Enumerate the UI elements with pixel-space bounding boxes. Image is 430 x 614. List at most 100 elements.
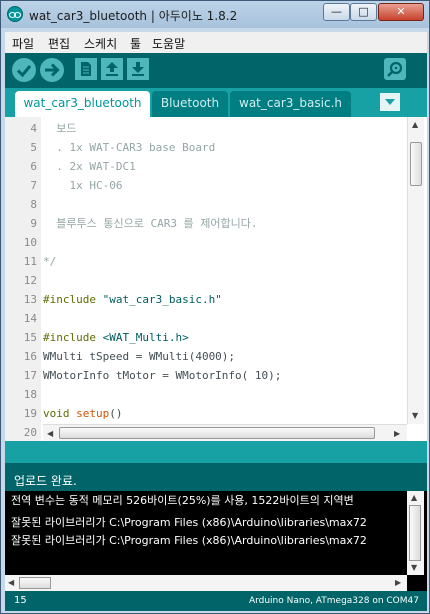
console-line: 전역 변수는 동적 메모리 526바이트(25%)를 사용, 1522바이트의 …: [11, 494, 354, 507]
code-line: 17 WMotorInfo tMotor = WMotorInfo( 10);: [5, 366, 405, 385]
line-number: 10: [23, 236, 37, 249]
code-line: 14: [5, 309, 405, 328]
code-line: 10: [5, 233, 405, 252]
tab-wat-car3-basic-h[interactable]: wat_car3_basic.h: [230, 91, 351, 117]
console-horizontal-scroll-thumb[interactable]: [19, 577, 51, 589]
console-vertical-scroll-thumb[interactable]: [409, 505, 421, 561]
console-vertical-scrollbar[interactable]: ▲ ▼: [407, 491, 424, 575]
arduino-logo-icon: [7, 6, 23, 22]
line-number: 6: [30, 160, 37, 173]
line-number: 13: [23, 293, 37, 306]
editor-horizontal-scroll-thumb[interactable]: [59, 427, 375, 439]
console-line: 잘못된 라이브러리가 C:\Program Files (x86)\Arduin…: [11, 534, 367, 547]
console-horizontal-scrollbar[interactable]: ◀ ▶: [5, 575, 407, 591]
code-line: 5 . 1x WAT-CAR3 base Board: [5, 138, 405, 157]
code-text: void setup(): [43, 404, 123, 423]
line-number: 18: [23, 388, 37, 401]
menu-bar: 파일 편집 스케치 툴 도움말: [5, 32, 427, 53]
toolbar: [5, 53, 427, 88]
code-text: */: [43, 255, 57, 268]
status-message: 업로드 완료.: [14, 474, 77, 488]
line-number: 15: [23, 331, 37, 344]
scroll-up-arrow-icon[interactable]: ▲: [412, 120, 418, 130]
scroll-up-arrow-icon[interactable]: ▲: [411, 493, 417, 503]
line-number: 7: [30, 179, 37, 192]
line-number: 19: [23, 407, 37, 420]
editor-vertical-scroll-thumb[interactable]: [410, 142, 422, 186]
current-line-number: 15: [14, 595, 27, 606]
tab-strip: wat_car3_bluetooth Bluetooth wat_car3_ba…: [5, 88, 427, 117]
code-text: . 2x WAT-DC1: [43, 160, 136, 173]
console-line: 잘못된 라이브러리가 C:\Program Files (x86)\Arduin…: [11, 516, 367, 529]
save-icon[interactable]: [127, 58, 149, 80]
code-text: . 1x WAT-CAR3 base Board: [43, 141, 216, 154]
console-divider[interactable]: [5, 441, 427, 463]
code-punctuation: (): [109, 407, 123, 420]
code-text: 블루투스 통신으로 CAR3 를 제어합니다.: [43, 217, 258, 230]
code-line: 8: [5, 195, 405, 214]
code-line: 12: [5, 271, 405, 290]
window-title: wat_car3_bluetooth | 아두이노 1.8.2: [29, 9, 238, 23]
line-number: 11: [23, 255, 37, 268]
ide-window: wat_car3_bluetooth | 아두이노 1.8.2 — □ ✕ 파일…: [0, 0, 430, 614]
tab-wat-car3-bluetooth[interactable]: wat_car3_bluetooth: [15, 91, 150, 117]
title-bar[interactable]: wat_car3_bluetooth | 아두이노 1.8.2 — □ ✕: [1, 1, 429, 28]
minimize-button[interactable]: —: [323, 3, 350, 21]
line-number: 20: [23, 426, 37, 439]
code-text: #include "wat_car3_basic.h": [43, 290, 222, 309]
code-text: WMotorInfo tMotor = WMotorInfo( 10);: [43, 369, 282, 382]
code-line: 4 보드: [5, 119, 405, 138]
code-line: 9 블루투스 통신으로 CAR3 를 제어합니다.: [5, 214, 405, 233]
editor-horizontal-scrollbar[interactable]: ◀ ▶: [43, 424, 407, 441]
scroll-down-arrow-icon[interactable]: ▼: [412, 411, 418, 421]
scroll-right-arrow-icon[interactable]: ▶: [395, 578, 401, 588]
keyword: #include: [43, 293, 103, 306]
menu-sketch[interactable]: 스케치: [84, 35, 117, 52]
code-line: 7 1x HC-06: [5, 176, 405, 195]
maximize-button[interactable]: □: [350, 3, 377, 21]
scroll-left-arrow-icon[interactable]: ◀: [47, 429, 53, 439]
line-number: 4: [30, 122, 37, 135]
keyword: #include: [43, 331, 103, 344]
scroll-right-arrow-icon[interactable]: ▶: [394, 429, 400, 439]
menu-edit[interactable]: 편집: [48, 35, 70, 52]
line-number: 12: [23, 274, 37, 287]
verify-icon[interactable]: [12, 58, 36, 82]
output-console[interactable]: 전역 변수는 동적 메모리 526바이트(25%)를 사용, 1522바이트의 …: [5, 491, 427, 591]
close-button[interactable]: ✕: [378, 3, 424, 21]
line-number: 8: [30, 198, 37, 211]
menu-tools[interactable]: 툴: [130, 35, 141, 52]
upload-icon[interactable]: [40, 58, 64, 82]
code-editor[interactable]: 4 보드 5 . 1x WAT-CAR3 base Board 6 . 2x WAT…: [5, 117, 427, 441]
menu-file[interactable]: 파일: [12, 35, 34, 52]
string-literal: <WAT_Multi.h>: [102, 331, 189, 344]
code-text: 보드: [43, 122, 77, 135]
line-number: 14: [23, 312, 37, 325]
code-line: 15 #include <WAT_Multi.h>: [5, 328, 405, 347]
string-literal: "wat_car3_basic.h": [102, 293, 222, 306]
code-line: 18: [5, 385, 405, 404]
serial-monitor-icon[interactable]: [384, 58, 406, 80]
code-line: 6 . 2x WAT-DC1: [5, 157, 405, 176]
scroll-down-arrow-icon[interactable]: ▼: [411, 563, 417, 573]
code-text: WMulti tSpeed = WMulti(4000);: [43, 350, 236, 363]
scroll-left-arrow-icon[interactable]: ◀: [8, 578, 14, 588]
board-info: Arduino Nano, ATmega328 on COM47: [248, 596, 419, 606]
open-icon[interactable]: [101, 58, 123, 80]
code-line: 13 #include "wat_car3_basic.h": [5, 290, 405, 309]
tab-menu-dropdown-icon[interactable]: [380, 93, 400, 111]
editor-vertical-scrollbar[interactable]: ▲ ▼: [407, 117, 424, 424]
code-line: 19 void setup(): [5, 404, 405, 423]
keyword: void: [43, 407, 77, 420]
code-line: 16 WMulti tSpeed = WMulti(4000);: [5, 347, 405, 366]
footer-bar: 15 Arduino Nano, ATmega328 on COM47: [5, 591, 427, 611]
function-name: setup: [76, 407, 110, 420]
line-number: 9: [30, 217, 37, 230]
new-icon[interactable]: [75, 58, 97, 80]
tab-bluetooth[interactable]: Bluetooth: [152, 91, 228, 117]
code-line: 11 */: [5, 252, 405, 271]
menu-help[interactable]: 도움말: [152, 35, 185, 52]
code-text: #include <WAT_Multi.h>: [43, 328, 189, 347]
line-number: 16: [23, 350, 37, 363]
line-number: 5: [30, 141, 37, 154]
